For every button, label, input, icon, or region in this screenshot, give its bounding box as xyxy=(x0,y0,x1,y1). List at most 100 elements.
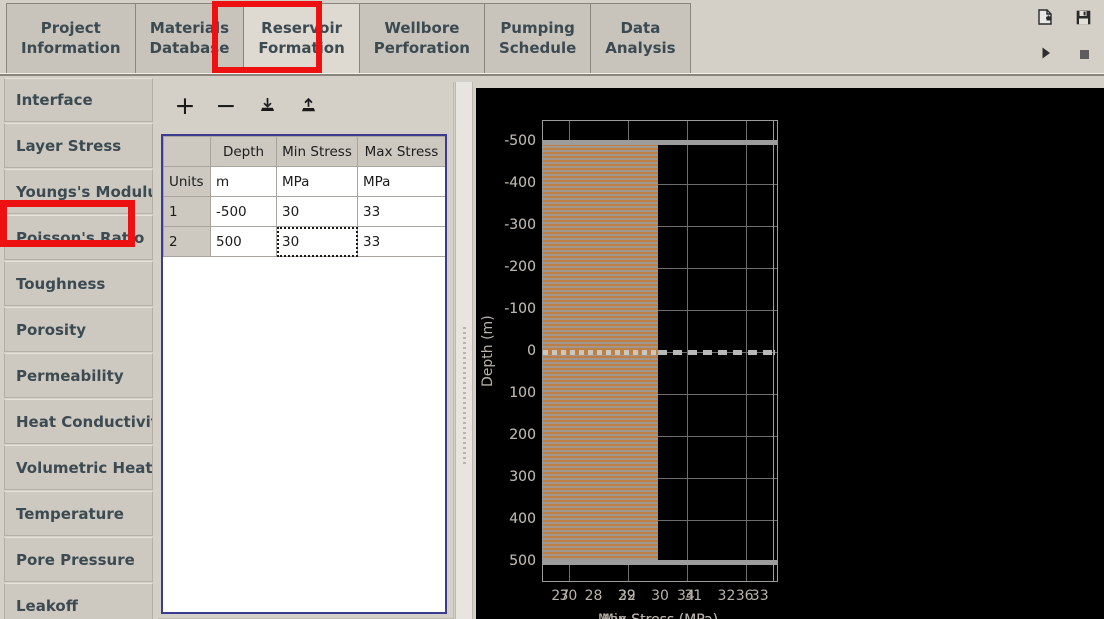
tab-label-line1: Wellbore xyxy=(384,19,460,38)
sidebar-item-label: Pore Pressure xyxy=(16,550,135,569)
run-icon[interactable] xyxy=(1037,44,1055,62)
table-cell[interactable]: -500 xyxy=(210,196,277,227)
sidebar-item-toughness[interactable]: Toughness xyxy=(4,261,153,306)
panel-splitter[interactable] xyxy=(455,82,473,619)
window-toolbar xyxy=(1028,0,1100,74)
save-icon[interactable] xyxy=(1074,8,1092,26)
x-axis-tick-label: 32 xyxy=(618,588,637,604)
table-cell[interactable]: 500 xyxy=(210,226,277,257)
zero-depth-line xyxy=(657,349,773,355)
column-header-max-stress[interactable]: Max Stress xyxy=(357,136,445,167)
sidebar-item-label: Heat Conductivity xyxy=(16,412,153,431)
tab-label-line1: Reservoir xyxy=(261,19,342,38)
y-axis-tick-label: -100 xyxy=(504,301,536,317)
column-header-corner[interactable] xyxy=(163,136,211,167)
table-empty-cell xyxy=(210,256,277,283)
table-cell[interactable]: 33 xyxy=(357,196,445,227)
sidebar-item-youngs-s-modulus[interactable]: Youngs's Modulus xyxy=(4,169,153,214)
table-row: 2 500 30 33 xyxy=(163,226,445,257)
y-axis-tick-label: -400 xyxy=(504,175,536,191)
sidebar-item-poisson-s-ratio[interactable]: Poisson's Ratio xyxy=(4,215,153,260)
tab-label-line2: Perforation xyxy=(373,39,470,57)
table-row-header[interactable]: 1 xyxy=(163,196,211,227)
y-axis-tick-label: 400 xyxy=(509,511,536,527)
sidebar-item-label: Layer Stress xyxy=(16,136,122,155)
table-cell[interactable]: 30 xyxy=(276,196,358,227)
tab-materials-database[interactable]: Materials Database xyxy=(134,3,245,74)
stop-icon[interactable] xyxy=(1075,45,1093,63)
splitter-grip[interactable] xyxy=(463,327,466,467)
tab-wellbore-perforation[interactable]: Wellbore Perforation xyxy=(358,3,485,74)
tab-label-line2: Formation xyxy=(258,39,345,57)
tab-label-line1: Materials xyxy=(149,19,230,38)
sidebar-item-pore-pressure[interactable]: Pore Pressure xyxy=(4,537,153,582)
tab-data-analysis[interactable]: Data Analysis xyxy=(590,3,691,74)
table-cell[interactable]: 33 xyxy=(357,226,445,257)
sidebar-item-label: Porosity xyxy=(16,320,87,339)
y-axis-tick-label: 0 xyxy=(527,343,536,359)
sidebar-item-porosity[interactable]: Porosity xyxy=(4,307,153,352)
tab-bar-underline-2 xyxy=(0,76,1104,78)
table-empty-cell xyxy=(163,256,211,283)
sidebar-item-label: Poisson's Ratio xyxy=(16,228,145,247)
tab-project-information[interactable]: Project Information xyxy=(6,3,136,74)
x-axis-tick-label: 34 xyxy=(676,588,695,604)
sidebar-item-label: Temperature xyxy=(16,504,124,523)
tab-label-line2: Analysis xyxy=(605,39,676,57)
sidebar-item-label: Volumetric Heat C xyxy=(16,458,153,477)
table-row: Units m MPa MPa xyxy=(163,166,445,197)
table-row-header[interactable]: 2 xyxy=(163,226,211,257)
tab-label-line2: Information xyxy=(21,39,121,57)
table-empty-cell xyxy=(276,256,358,283)
layer-boundary-line xyxy=(543,139,773,145)
sidebar-item-leakoff[interactable]: Leakoff xyxy=(4,583,153,619)
sidebar-item-temperature[interactable]: Temperature xyxy=(4,491,153,536)
table-cell[interactable]: MPa xyxy=(276,166,358,197)
column-header-depth[interactable]: Depth xyxy=(210,136,277,167)
table-row-header[interactable]: Units xyxy=(163,166,211,197)
x-axis-tick-label: 36 xyxy=(735,588,754,604)
sidebar-item-label: Interface xyxy=(16,91,93,109)
table-toolbar: + − xyxy=(158,82,454,128)
export-icon[interactable] xyxy=(297,94,319,116)
tab-label-line1: Pumping xyxy=(500,19,575,38)
plot-area[interactable] xyxy=(542,120,774,582)
tab-label-line1: Project xyxy=(40,19,101,38)
sidebar-item-volumetric-heat-c[interactable]: Volumetric Heat C xyxy=(4,445,153,490)
y-axis-tick-label: 300 xyxy=(509,469,536,485)
data-table: Depth Min Stress Max Stress Units m MPa MPa… xyxy=(163,136,445,283)
y-axis-tick-label: -200 xyxy=(504,259,536,275)
layer-stress-table-panel: + − Depth Min Stress Max Stress Units m … xyxy=(158,82,454,619)
sidebar-item-permeability[interactable]: Permeability xyxy=(4,353,153,398)
table-cell[interactable]: MPa xyxy=(357,166,445,197)
layer-stress-grid[interactable]: Depth Min Stress Max Stress Units m MPa MPa… xyxy=(161,134,447,614)
y-axis-tick-label: -500 xyxy=(504,133,536,149)
table-row: 1 -500 30 33 xyxy=(163,196,445,227)
max-stress-chart: -500 -400 -300 -200 -100 0 100 200 300 400 500 30 32… xyxy=(476,88,786,619)
sidebar-item-layer-stress[interactable]: Layer Stress xyxy=(4,123,153,168)
minus-icon[interactable]: − xyxy=(215,93,237,118)
plus-icon[interactable]: + xyxy=(174,93,196,118)
sidebar-item-heat-conductivity[interactable]: Heat Conductivity xyxy=(4,399,153,444)
sidebar-item-label: Leakoff xyxy=(16,596,78,615)
x-axis-tick-label: 30 xyxy=(559,588,578,604)
sidebar-item-label: Permeability xyxy=(16,366,124,385)
application-window: Project Information Materials Database Reser… xyxy=(0,0,1104,619)
y-axis-tick-label: 200 xyxy=(509,427,536,443)
y-axis-tick-label: 100 xyxy=(509,385,536,401)
zero-depth-line xyxy=(543,349,658,355)
table-header-row: Depth Min Stress Max Stress xyxy=(163,136,445,167)
new-file-icon[interactable] xyxy=(1036,8,1054,26)
sidebar-item-interface[interactable]: Interface xyxy=(4,78,153,122)
tab-reservoir-formation[interactable]: Reservoir Formation xyxy=(243,3,360,74)
tab-label-line2: Schedule xyxy=(498,39,577,57)
sidebar-item-label: Youngs's Modulus xyxy=(16,182,153,201)
column-header-min-stress[interactable]: Min Stress xyxy=(276,136,358,167)
import-icon[interactable] xyxy=(256,94,278,116)
table-cell[interactable]: m xyxy=(210,166,277,197)
main-tab-bar: Project Information Materials Database Reser… xyxy=(0,0,1104,78)
tab-pumping-schedule[interactable]: Pumping Schedule xyxy=(483,3,592,74)
sidebar-item-label: Toughness xyxy=(16,274,106,293)
table-cell[interactable]: 30 xyxy=(276,226,358,257)
tab-label-line1: Data xyxy=(620,19,661,38)
